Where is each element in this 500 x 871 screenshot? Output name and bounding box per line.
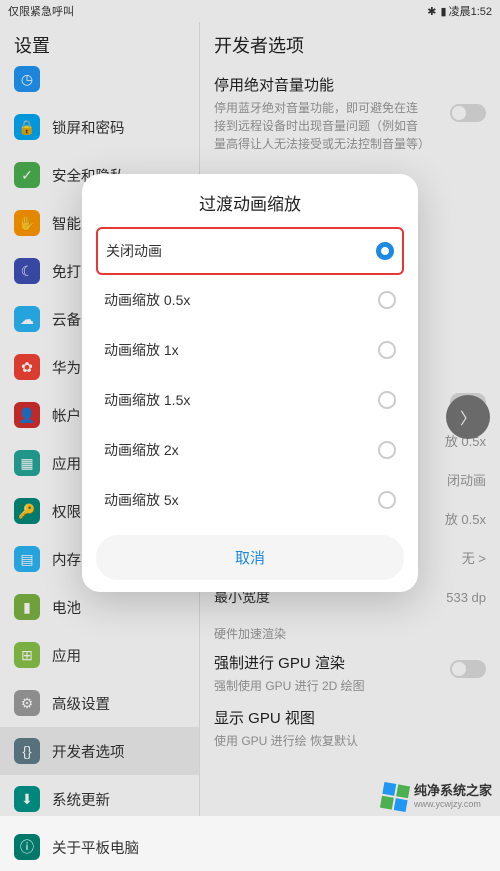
option-scale-0-5x[interactable]: 动画缩放 0.5x bbox=[96, 275, 404, 325]
info-icon: ⓘ bbox=[14, 834, 40, 860]
option-scale-1-5x[interactable]: 动画缩放 1.5x bbox=[96, 375, 404, 425]
dialog-title: 过渡动画缩放 bbox=[96, 190, 404, 215]
radio-icon bbox=[378, 391, 396, 409]
watermark-en: www.ycwjzy.com bbox=[414, 799, 492, 809]
option-scale-2x[interactable]: 动画缩放 2x bbox=[96, 425, 404, 475]
cancel-button[interactable]: 取消 bbox=[96, 535, 404, 580]
option-label: 动画缩放 5x bbox=[104, 490, 179, 510]
radio-selected-icon bbox=[376, 242, 394, 260]
option-label: 动画缩放 0.5x bbox=[104, 290, 190, 310]
sidebar-item-about[interactable]: ⓘ 关于平板电脑 bbox=[0, 823, 199, 871]
option-scale-1x[interactable]: 动画缩放 1x bbox=[96, 325, 404, 375]
watermark-logo-icon bbox=[380, 782, 410, 812]
radio-icon bbox=[378, 341, 396, 359]
option-scale-5x[interactable]: 动画缩放 5x bbox=[96, 475, 404, 525]
option-label: 关闭动画 bbox=[106, 241, 162, 261]
watermark: 纯净系统之家 www.ycwjzy.com bbox=[382, 784, 492, 810]
option-animation-off[interactable]: 关闭动画 bbox=[96, 227, 404, 275]
radio-icon bbox=[378, 441, 396, 459]
radio-icon bbox=[378, 291, 396, 309]
dialog-options: 关闭动画 动画缩放 0.5x 动画缩放 1x 动画缩放 1.5x 动画缩放 2x… bbox=[96, 227, 404, 525]
watermark-cn: 纯净系统之家 bbox=[414, 784, 492, 799]
option-label: 动画缩放 1.5x bbox=[104, 390, 190, 410]
sidebar-item-label: 关于平板电脑 bbox=[52, 837, 139, 858]
option-label: 动画缩放 1x bbox=[104, 340, 179, 360]
animation-scale-dialog: 过渡动画缩放 关闭动画 动画缩放 0.5x 动画缩放 1x 动画缩放 1.5x … bbox=[82, 174, 418, 592]
option-label: 动画缩放 2x bbox=[104, 440, 179, 460]
watermark-text: 纯净系统之家 www.ycwjzy.com bbox=[414, 784, 492, 809]
radio-icon bbox=[378, 491, 396, 509]
